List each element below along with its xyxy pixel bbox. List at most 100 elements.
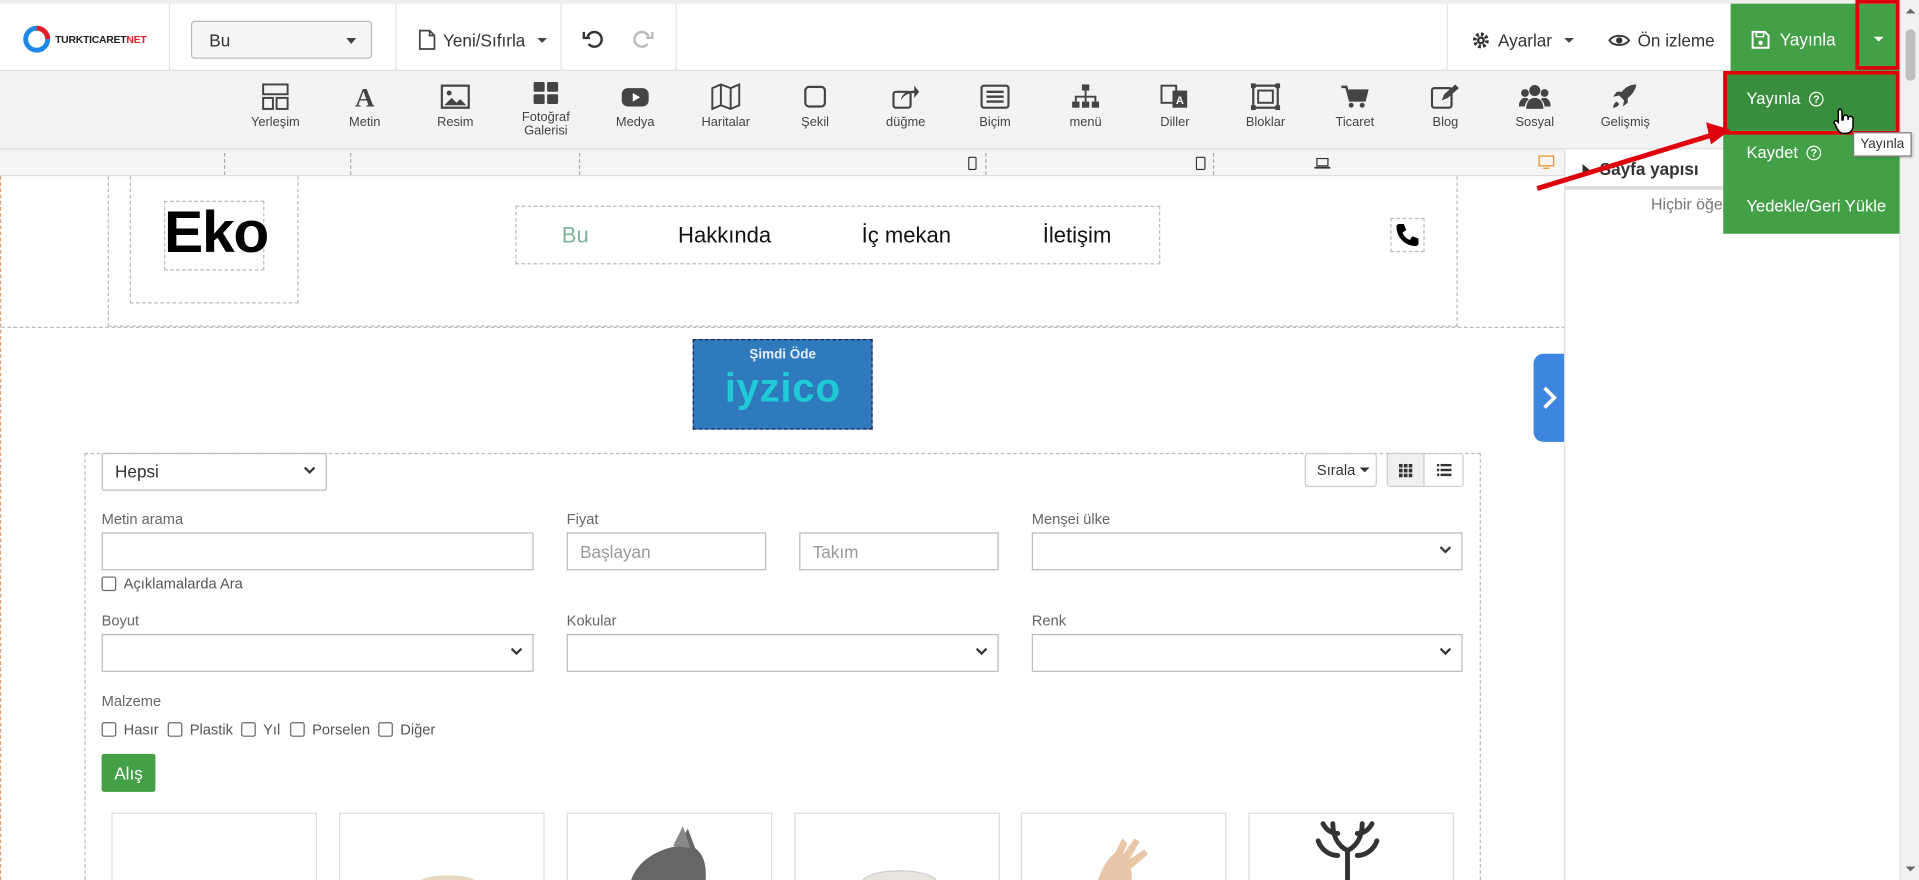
- nav-home[interactable]: Bu: [562, 223, 589, 249]
- grid-view-button[interactable]: [1386, 452, 1425, 488]
- price-to-input[interactable]: Takım: [799, 532, 999, 571]
- product-image: [631, 826, 706, 880]
- text-search-input[interactable]: [101, 532, 534, 571]
- site-logo: Eko: [164, 200, 269, 266]
- sort-label: Sırala: [1316, 461, 1356, 479]
- undo-button[interactable]: [582, 28, 605, 50]
- product-card[interactable]: [339, 812, 545, 880]
- color-label: Renk: [1031, 611, 1067, 630]
- tool-label: Diller: [1160, 115, 1190, 130]
- tool-image[interactable]: Resim: [412, 83, 498, 130]
- checkbox[interactable]: [101, 722, 117, 737]
- gallery-icon: [533, 82, 559, 105]
- product-card[interactable]: [566, 812, 773, 880]
- tool-media[interactable]: Medya: [592, 83, 678, 130]
- logo-text-accent: NET: [126, 33, 147, 46]
- tool-shape[interactable]: Şekil: [772, 83, 858, 130]
- size-select[interactable]: [101, 633, 534, 672]
- chevron-down-icon: [537, 37, 548, 43]
- responsive-ruler: [0, 149, 1565, 177]
- scroll-up-icon[interactable]: [1901, 5, 1919, 17]
- top-bar: TURKTICARETNET Bu Yeni/Sıfırla Ayarlar Ö…: [0, 0, 1919, 75]
- checkbox[interactable]: [290, 722, 305, 737]
- undo-icon: [582, 30, 603, 48]
- payment-button[interactable]: Şimdi Öde iyzico: [692, 339, 873, 430]
- list-view-button[interactable]: [1424, 452, 1464, 488]
- checkbox[interactable]: [241, 722, 256, 737]
- origin-select[interactable]: [1031, 532, 1463, 571]
- publish-menu-item-backup[interactable]: Yedekle/Geri Yükle: [1747, 197, 1887, 215]
- material-option[interactable]: Plastik: [167, 721, 233, 738]
- panel-toggle-button[interactable]: [1533, 353, 1566, 442]
- tool-commerce[interactable]: Ticaret: [1312, 83, 1398, 130]
- chevron-down-icon: [346, 37, 357, 45]
- price-from-input[interactable]: Başlayan: [566, 532, 767, 571]
- checkbox[interactable]: [378, 722, 393, 737]
- rocket-icon: [1613, 84, 1637, 108]
- nav-about[interactable]: Hakkında: [678, 223, 771, 249]
- logo-mark-icon: [23, 25, 51, 53]
- price-from-placeholder: Başlayan: [580, 542, 651, 562]
- help-icon[interactable]: ?: [1806, 145, 1822, 160]
- color-select[interactable]: [1031, 633, 1463, 672]
- publish-button[interactable]: Yayınla: [1730, 3, 1857, 75]
- redo-button[interactable]: [632, 28, 654, 50]
- tool-blocks[interactable]: Bloklar: [1223, 83, 1309, 130]
- tool-button[interactable]: düğme: [863, 83, 949, 130]
- phone-button[interactable]: [1390, 217, 1425, 253]
- product-image: [413, 875, 483, 880]
- nav-interior[interactable]: İç mekan: [862, 223, 951, 249]
- scents-select[interactable]: [566, 633, 999, 672]
- tool-blog[interactable]: Blog: [1403, 83, 1489, 130]
- tool-maps[interactable]: Haritalar: [683, 83, 769, 130]
- tool-layout[interactable]: Yerleşim: [233, 83, 319, 130]
- checkbox[interactable]: [101, 576, 117, 592]
- product-card[interactable]: [1248, 812, 1454, 880]
- product-card[interactable]: [1020, 812, 1227, 880]
- page-structure-panel: Sayfa yapısı Hiçbir öğe: [1564, 149, 1899, 880]
- tool-menu[interactable]: menü: [1043, 83, 1129, 130]
- language-icon: A: [1160, 84, 1188, 108]
- tool-text[interactable]: A Metin: [322, 83, 408, 130]
- grid-icon: [1398, 463, 1413, 477]
- editor-canvas: Eko Bu Hakkında İç mekan İletişim Şimdi …: [0, 176, 1566, 880]
- publish-menu-item-save[interactable]: Kaydet?: [1747, 143, 1822, 162]
- sort-button[interactable]: Sırala: [1304, 452, 1377, 488]
- product-card[interactable]: [794, 812, 1000, 880]
- tool-languages[interactable]: A Diller: [1132, 83, 1218, 130]
- checkbox[interactable]: [167, 722, 183, 737]
- buy-button[interactable]: Alış: [101, 753, 156, 792]
- tool-gallery[interactable]: Fotoğraf Galerisi: [503, 81, 589, 139]
- search-descriptions-checkbox[interactable]: Açıklamalarda Ara: [101, 575, 243, 592]
- redo-icon: [633, 30, 654, 48]
- material-option[interactable]: Porselen: [290, 721, 370, 738]
- scrollbar-thumb[interactable]: [1905, 29, 1916, 81]
- site-nav[interactable]: Bu Hakkında İç mekan İletişim: [515, 205, 1161, 265]
- nav-contact[interactable]: İletişim: [1043, 223, 1112, 249]
- tablet-breakpoint-icon[interactable]: [1195, 156, 1206, 171]
- page-select[interactable]: Bu: [190, 20, 373, 59]
- logo-text-block[interactable]: Eko: [164, 200, 269, 271]
- product-card[interactable]: [111, 812, 317, 880]
- tool-label: Biçim: [979, 115, 1011, 130]
- category-value: Hepsi: [115, 461, 159, 481]
- category-select[interactable]: Hepsi: [101, 452, 327, 491]
- new-reset-button[interactable]: Yeni/Sıfırla: [418, 21, 548, 59]
- material-label: Malzeme: [101, 692, 162, 710]
- highlight-box-publish: [1723, 70, 1900, 135]
- form-icon: [980, 84, 1010, 109]
- material-option[interactable]: Yıl: [241, 721, 280, 738]
- material-option[interactable]: Diğer: [378, 721, 435, 738]
- preview-label: Ön izleme: [1637, 29, 1715, 50]
- map-icon: [711, 83, 741, 111]
- material-option-label: Yıl: [263, 720, 281, 739]
- scroll-down-icon[interactable]: [1901, 863, 1919, 875]
- payment-brand: iyzico: [724, 364, 841, 411]
- laptop-breakpoint-icon[interactable]: [1314, 157, 1331, 169]
- logo[interactable]: TURKTICARETNET: [22, 24, 147, 53]
- mobile-breakpoint-icon[interactable]: [968, 156, 977, 171]
- preview-button[interactable]: Ön izleme: [1608, 21, 1715, 59]
- material-option[interactable]: Hasır: [101, 721, 159, 738]
- settings-button[interactable]: Ayarlar: [1471, 21, 1575, 59]
- tool-form[interactable]: Biçim: [952, 83, 1038, 130]
